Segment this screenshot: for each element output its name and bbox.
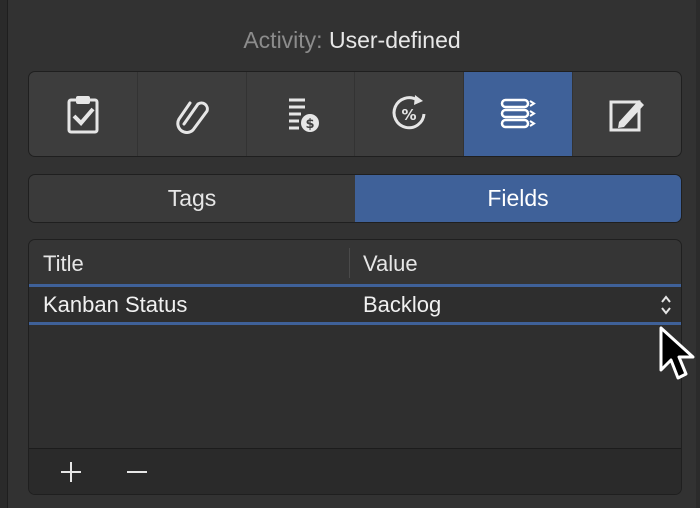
segment-fields[interactable]: Fields <box>355 175 681 222</box>
edit-note-icon <box>609 100 645 132</box>
paperclip-icon <box>176 101 209 134</box>
segment-tags[interactable]: Tags <box>29 175 355 222</box>
activity-value: User-defined <box>328 27 461 53</box>
row-title-cell[interactable]: Kanban Status <box>29 287 349 322</box>
popup-stepper-icon[interactable] <box>659 291 673 319</box>
tab-general-button[interactable] <box>29 72 138 156</box>
cost-list-icon: $ <box>288 98 319 132</box>
svg-text:%: % <box>402 106 417 124</box>
column-header-title[interactable]: Title <box>29 240 349 284</box>
activity-header: Activity: User-defined <box>8 20 696 60</box>
inspector-toolbar: $ % <box>28 71 682 157</box>
plus-icon <box>61 461 81 482</box>
tab-costs-button[interactable]: $ <box>247 72 356 156</box>
tab-attachments-button[interactable] <box>138 72 247 156</box>
percent-progress-icon: % <box>392 95 426 130</box>
table-footer <box>29 448 681 494</box>
add-field-button[interactable] <box>53 454 89 490</box>
activity-label: Activity: <box>243 27 323 53</box>
minus-icon <box>127 470 147 473</box>
clipboard-check-icon <box>67 96 99 134</box>
tab-progress-button[interactable]: % <box>355 72 465 156</box>
table-row[interactable]: Kanban Status Backlog <box>29 284 681 325</box>
fields-table: Title Value Kanban Status Backlog <box>28 239 682 495</box>
table-header: Title Value <box>29 240 681 284</box>
remove-field-button[interactable] <box>119 454 155 490</box>
inspector-panel: Activity: User-defined $ % Tags Fields T… <box>0 0 700 508</box>
left-edge <box>0 0 8 508</box>
row-value-cell[interactable]: Backlog <box>349 287 681 322</box>
column-header-value[interactable]: Value <box>349 240 681 284</box>
tab-notes-button[interactable] <box>573 72 681 156</box>
tab-fields-button[interactable] <box>464 72 574 156</box>
row-value-text: Backlog <box>363 292 442 317</box>
tags-fields-segmented-control: Tags Fields <box>28 174 682 223</box>
mouse-pointer-icon <box>659 326 695 380</box>
right-edge <box>696 0 700 508</box>
fields-list-icon <box>500 98 537 129</box>
svg-text:$: $ <box>305 117 314 132</box>
